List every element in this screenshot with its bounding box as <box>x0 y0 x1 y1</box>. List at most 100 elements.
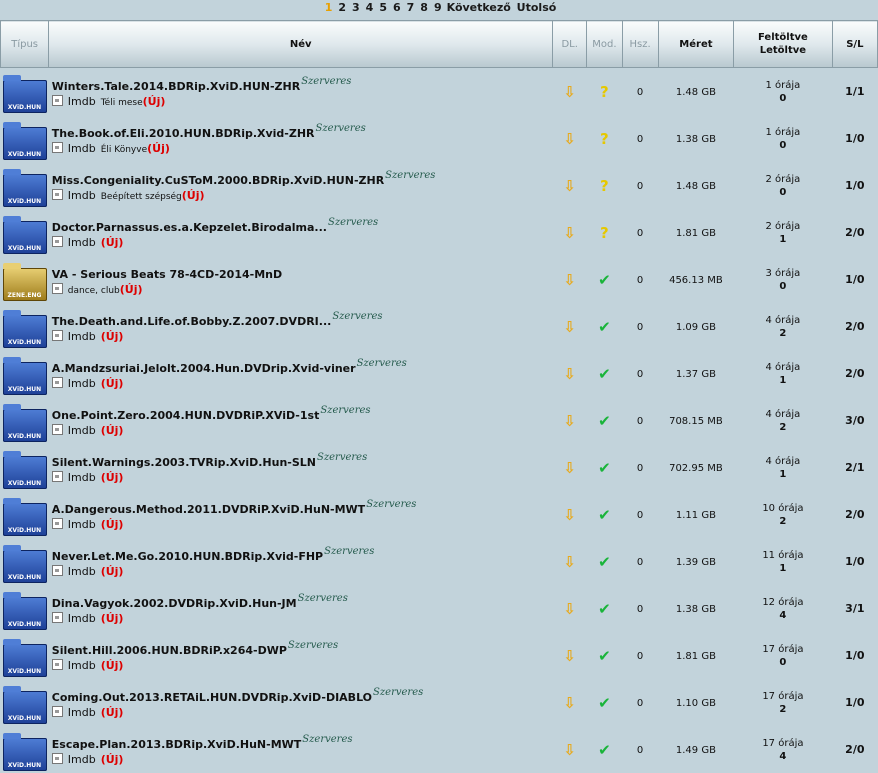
comment-count[interactable]: 0 <box>637 463 643 474</box>
imdb-link[interactable]: Imdb <box>68 424 96 437</box>
col-header-sl[interactable]: S/L <box>832 21 877 68</box>
image-preview-icon[interactable] <box>52 283 63 294</box>
torrent-name-link[interactable]: Never.Let.Me.Go.2010.HUN.BDRip.Xvid-FHP <box>52 550 323 563</box>
torrent-name-link[interactable]: Escape.Plan.2013.BDRip.XviD.HuN-MWT <box>52 738 302 751</box>
download-arrow-icon[interactable]: ⇩ <box>563 412 576 430</box>
category-folder-icon[interactable]: XViD.HUN <box>3 409 47 442</box>
seed-leech-count[interactable]: 2/0 <box>845 320 864 333</box>
download-arrow-icon[interactable]: ⇩ <box>563 600 576 618</box>
comment-count[interactable]: 0 <box>637 651 643 662</box>
comment-count[interactable]: 0 <box>637 369 643 380</box>
imdb-link[interactable]: Imdb <box>68 236 96 249</box>
download-arrow-icon[interactable]: ⇩ <box>563 647 576 665</box>
download-arrow-icon[interactable]: ⇩ <box>563 506 576 524</box>
imdb-link[interactable]: Imdb <box>68 706 96 719</box>
image-preview-icon[interactable] <box>52 753 63 764</box>
comment-count[interactable]: 0 <box>637 181 643 192</box>
image-preview-icon[interactable] <box>52 612 63 623</box>
torrent-name-link[interactable]: Dina.Vagyok.2002.DVDRip.XviD.Hun-JM <box>52 597 297 610</box>
col-header-uploaded[interactable]: FeltöltveLetöltve <box>734 21 833 68</box>
category-folder-icon[interactable]: XViD.HUN <box>3 174 47 207</box>
category-folder-icon[interactable]: XViD.HUN <box>3 456 47 489</box>
page-link-1[interactable]: 1 <box>325 0 333 16</box>
torrent-name-link[interactable]: Doctor.Parnassus.es.a.Kepzelet.Birodalma… <box>52 221 327 234</box>
download-arrow-icon[interactable]: ⇩ <box>563 553 576 571</box>
image-preview-icon[interactable] <box>52 424 63 435</box>
col-header-type[interactable]: Típus <box>1 21 49 68</box>
page-link-3[interactable]: 3 <box>352 0 360 16</box>
category-folder-icon[interactable]: XViD.HUN <box>3 691 47 724</box>
comment-count[interactable]: 0 <box>637 557 643 568</box>
page-link-6[interactable]: 6 <box>393 0 401 16</box>
seed-leech-count[interactable]: 1/0 <box>845 649 864 662</box>
torrent-name-link[interactable]: Silent.Warnings.2003.TVRip.XviD.Hun-SLN <box>52 456 316 469</box>
image-preview-icon[interactable] <box>52 330 63 341</box>
torrent-name-link[interactable]: The.Book.of.Eli.2010.HUN.BDRip.Xvid-ZHR <box>52 127 315 140</box>
torrent-name-link[interactable]: Winters.Tale.2014.BDRip.XviD.HUN-ZHR <box>52 80 300 93</box>
torrent-name-link[interactable]: Silent.Hill.2006.HUN.BDRiP.x264-DWP <box>52 644 287 657</box>
comment-count[interactable]: 0 <box>637 275 643 286</box>
page-link-5[interactable]: 5 <box>379 0 387 16</box>
col-header-name[interactable]: Név <box>49 21 553 68</box>
last-page-link[interactable]: Utolsó <box>517 1 557 14</box>
image-preview-icon[interactable] <box>52 706 63 717</box>
download-arrow-icon[interactable]: ⇩ <box>563 741 576 759</box>
image-preview-icon[interactable] <box>52 236 63 247</box>
download-arrow-icon[interactable]: ⇩ <box>563 177 576 195</box>
category-folder-icon[interactable]: XViD.HUN <box>3 127 47 160</box>
download-arrow-icon[interactable]: ⇩ <box>563 459 576 477</box>
comment-count[interactable]: 0 <box>637 416 643 427</box>
imdb-link[interactable]: Imdb <box>68 471 96 484</box>
seed-leech-count[interactable]: 3/0 <box>845 414 864 427</box>
category-folder-icon[interactable]: XViD.HUN <box>3 80 47 113</box>
category-folder-icon[interactable]: XViD.HUN <box>3 362 47 395</box>
seed-leech-count[interactable]: 1/1 <box>845 85 864 98</box>
category-folder-icon[interactable]: XViD.HUN <box>3 644 47 677</box>
download-arrow-icon[interactable]: ⇩ <box>563 83 576 101</box>
imdb-link[interactable]: Imdb <box>68 659 96 672</box>
page-link-2[interactable]: 2 <box>338 0 346 16</box>
category-folder-icon[interactable]: ZENE.ENG <box>3 268 47 301</box>
download-arrow-icon[interactable]: ⇩ <box>563 694 576 712</box>
imdb-link[interactable]: Imdb <box>68 142 96 155</box>
comment-count[interactable]: 0 <box>637 745 643 756</box>
download-arrow-icon[interactable]: ⇩ <box>563 365 576 383</box>
page-link-8[interactable]: 8 <box>420 0 428 16</box>
download-arrow-icon[interactable]: ⇩ <box>563 224 576 242</box>
torrent-name-link[interactable]: Miss.Congeniality.CuSToM.2000.BDRip.XviD… <box>52 174 384 187</box>
page-link-4[interactable]: 4 <box>366 0 374 16</box>
seed-leech-count[interactable]: 1/0 <box>845 696 864 709</box>
next-page-link[interactable]: Következő <box>447 1 511 14</box>
comment-count[interactable]: 0 <box>637 134 643 145</box>
imdb-link[interactable]: Imdb <box>68 753 96 766</box>
category-folder-icon[interactable]: XViD.HUN <box>3 550 47 583</box>
torrent-name-link[interactable]: A.Mandzsuriai.Jelolt.2004.Hun.DVDrip.Xvi… <box>52 362 356 375</box>
seed-leech-count[interactable]: 2/0 <box>845 508 864 521</box>
torrent-name-link[interactable]: One.Point.Zero.2004.HUN.DVDRiP.XViD-1st <box>52 409 320 422</box>
image-preview-icon[interactable] <box>52 565 63 576</box>
imdb-link[interactable]: Imdb <box>68 330 96 343</box>
image-preview-icon[interactable] <box>52 377 63 388</box>
col-header-hsz[interactable]: Hsz. <box>622 21 658 68</box>
seed-leech-count[interactable]: 1/0 <box>845 555 864 568</box>
page-link-7[interactable]: 7 <box>407 0 415 16</box>
comment-count[interactable]: 0 <box>637 228 643 239</box>
torrent-name-link[interactable]: VA - Serious Beats 78-4CD-2014-MnD <box>52 268 282 281</box>
seed-leech-count[interactable]: 2/0 <box>845 743 864 756</box>
seed-leech-count[interactable]: 3/1 <box>845 602 864 615</box>
category-folder-icon[interactable]: XViD.HUN <box>3 221 47 254</box>
imdb-link[interactable]: Imdb <box>68 377 96 390</box>
download-arrow-icon[interactable]: ⇩ <box>563 271 576 289</box>
seed-leech-count[interactable]: 1/0 <box>845 132 864 145</box>
comment-count[interactable]: 0 <box>637 87 643 98</box>
page-link-9[interactable]: 9 <box>434 0 442 16</box>
torrent-name-link[interactable]: Coming.Out.2013.RETAiL.HUN.DVDRip.XviD-D… <box>52 691 372 704</box>
imdb-link[interactable]: Imdb <box>68 189 96 202</box>
col-header-size[interactable]: Méret <box>658 21 733 68</box>
comment-count[interactable]: 0 <box>637 698 643 709</box>
seed-leech-count[interactable]: 2/0 <box>845 367 864 380</box>
image-preview-icon[interactable] <box>52 189 63 200</box>
torrent-name-link[interactable]: A.Dangerous.Method.2011.DVDRiP.XviD.HuN-… <box>52 503 365 516</box>
seed-leech-count[interactable]: 2/1 <box>845 461 864 474</box>
category-folder-icon[interactable]: XViD.HUN <box>3 738 47 771</box>
